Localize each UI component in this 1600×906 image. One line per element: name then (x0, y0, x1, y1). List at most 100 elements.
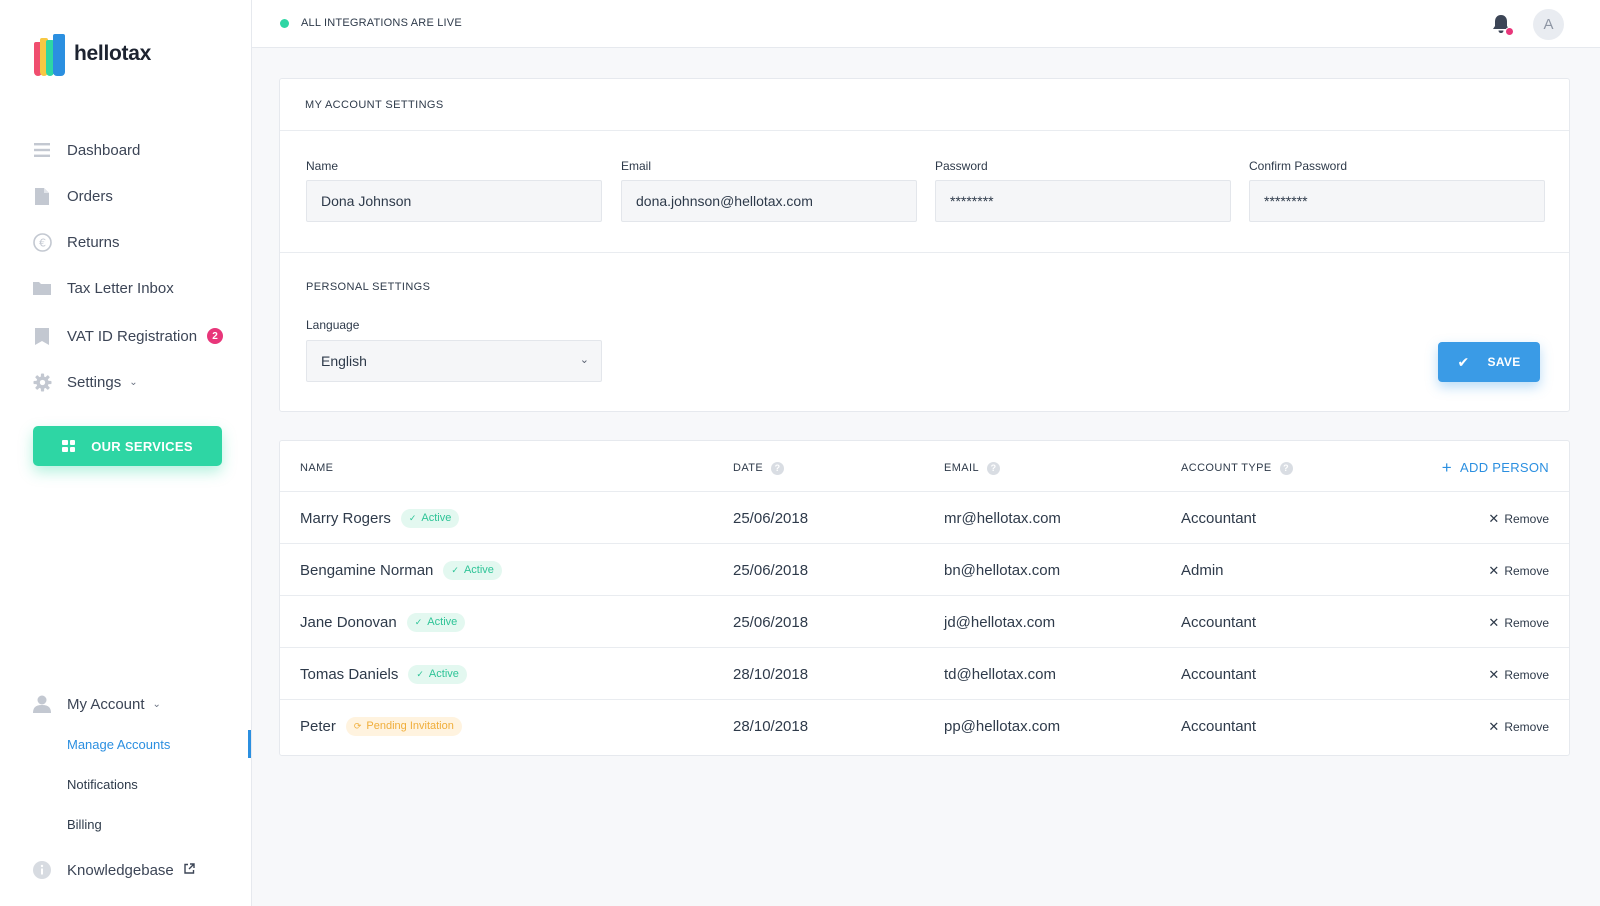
close-icon: ✕ (1488, 667, 1500, 682)
name-field[interactable]: Dona Johnson (306, 180, 602, 222)
sidebar-item-knowledgebase[interactable]: Knowledgebase (32, 856, 195, 884)
remove-button[interactable]: ✕ Remove (1488, 615, 1549, 631)
remove-button[interactable]: ✕ Remove (1488, 563, 1549, 579)
date-cell: 28/10/2018 (733, 665, 809, 683)
remove-button[interactable]: ✕ Remove (1488, 511, 1549, 527)
person-name-cell: Peter ⟳ Pending Invitation (300, 716, 462, 736)
remove-label: Remove (1504, 564, 1549, 578)
column-header-email[interactable]: EMAIL ? (944, 461, 1001, 475)
email-cell: bn@hellotax.com (944, 561, 1061, 579)
column-header-date[interactable]: DATE ? (733, 461, 785, 475)
sidebar-item-label: Returns (67, 233, 120, 251)
table-row: Bengamine Norman ✓ Active 25/06/2018 bn@h… (280, 543, 1569, 595)
confirm-password-field[interactable]: ******** (1249, 180, 1545, 222)
person-name-cell: Tomas Daniels ✓ Active (300, 664, 467, 684)
save-label: SAVE (1487, 355, 1521, 369)
sidebar-item-label: Dashboard (67, 141, 141, 159)
person-name-cell: Jane Donovan ✓ Active (300, 612, 466, 632)
date-cell: 25/06/2018 (733, 561, 809, 579)
chevron-down-icon: ⌄ (579, 354, 589, 366)
add-person-label: ADD PERSON (1460, 460, 1549, 475)
remove-button[interactable]: ✕ Remove (1488, 719, 1549, 735)
name-label: Name (306, 159, 339, 173)
help-icon[interactable]: ? (771, 461, 785, 475)
sidebar-item-my-account[interactable]: My Account ⌄ (32, 690, 161, 718)
help-icon[interactable]: ? (987, 461, 1001, 475)
confirm-password-label: Confirm Password (1249, 159, 1348, 173)
file-icon (32, 326, 52, 346)
sidebar-subitem-billing[interactable]: Billing (67, 817, 102, 832)
language-select[interactable]: English ⌄ (306, 340, 602, 382)
sidebar-item-dashboard[interactable]: Dashboard (32, 136, 140, 164)
add-person-button[interactable]: + ADD PERSON (1442, 459, 1549, 476)
dashboard-icon (32, 140, 52, 160)
integration-status-text: ALL INTEGRATIONS ARE LIVE (301, 17, 462, 29)
column-header-name[interactable]: NAME (300, 461, 333, 475)
our-services-button[interactable]: OUR SERVICES (33, 426, 222, 466)
sidebar-item-orders[interactable]: Orders (32, 182, 113, 210)
svg-text:€: € (39, 236, 46, 249)
status-label: Active (428, 668, 459, 680)
date-cell: 28/10/2018 (733, 717, 809, 735)
check-icon: ✓ (451, 564, 459, 575)
sidebar-subitem-notifications[interactable]: Notifications (67, 777, 138, 792)
remove-button[interactable]: ✕ Remove (1488, 667, 1549, 683)
column-header-label: NAME (300, 462, 334, 474)
password-field[interactable]: ******** (935, 180, 1231, 222)
column-header-account-type[interactable]: ACCOUNT TYPE ? (1181, 461, 1293, 475)
sidebar-item-label: Settings (67, 373, 122, 391)
euro-icon: € (32, 232, 52, 252)
document-icon (32, 186, 52, 206)
email-label: Email (621, 159, 652, 173)
sidebar-item-settings[interactable]: Settings ⌄ (32, 368, 138, 396)
check-icon: ✓ (416, 668, 424, 679)
person-name: Bengamine Norman (300, 561, 434, 579)
status-label: Active (421, 512, 452, 524)
sidebar-item-label: My Account (67, 695, 145, 713)
gear-icon (32, 372, 52, 392)
save-button[interactable]: ✔ SAVE (1438, 342, 1540, 382)
sidebar-item-returns[interactable]: € Returns (32, 228, 120, 256)
sidebar-item-tax-letter-inbox[interactable]: Tax Letter Inbox (32, 274, 174, 302)
chevron-down-icon: ⌄ (152, 698, 161, 710)
sidebar-item-label: Knowledgebase (67, 861, 174, 879)
integration-status: ALL INTEGRATIONS ARE LIVE (280, 17, 462, 29)
language-value: English (321, 353, 367, 369)
sidebar-subitem-manage-accounts[interactable]: Manage Accounts (67, 737, 170, 752)
logo[interactable]: hellotax (34, 32, 151, 76)
bell-icon[interactable] (1492, 14, 1514, 36)
divider (280, 252, 1569, 253)
live-status-dot (280, 18, 289, 28)
avatar[interactable]: A (1533, 9, 1564, 40)
sidebar-item-vat-id-registration[interactable]: VAT ID Registration 2 (32, 322, 224, 350)
language-label: Language (306, 318, 360, 332)
status-badge: ✓ Active (408, 664, 467, 684)
status-label: Pending Invitation (366, 720, 454, 732)
remove-label: Remove (1504, 616, 1549, 630)
password-label: Password (935, 159, 988, 173)
close-icon: ✕ (1488, 563, 1500, 578)
brand-name: hellotax (74, 42, 151, 65)
notification-dot (1505, 27, 1514, 36)
account-type-cell: Admin (1181, 561, 1224, 579)
notification-count-badge: 2 (207, 328, 224, 344)
column-header-label: ACCOUNT TYPE (1181, 462, 1272, 474)
help-icon[interactable]: ? (1279, 461, 1293, 475)
info-icon (32, 860, 52, 880)
user-icon (32, 694, 52, 714)
account-settings-title: MY ACCOUNT SETTINGS (305, 99, 444, 111)
table-row: Tomas Daniels ✓ Active 28/10/2018 td@hell… (280, 647, 1569, 699)
active-indicator (248, 730, 251, 758)
plus-icon: + (1441, 458, 1453, 477)
external-link-icon (184, 861, 195, 879)
personal-settings-title: PERSONAL SETTINGS (306, 281, 431, 293)
email-field[interactable]: dona.johnson@hellotax.com (621, 180, 917, 222)
check-icon: ✓ (414, 616, 423, 627)
sidebar-item-label: Tax Letter Inbox (67, 279, 174, 297)
email-cell: td@hellotax.com (944, 665, 1056, 683)
column-header-label: EMAIL (944, 462, 980, 474)
person-name: Marry Rogers (300, 509, 391, 527)
status-label: Active (463, 564, 494, 576)
person-name-cell: Bengamine Norman ✓ Active (300, 560, 502, 580)
top-bar: ALL INTEGRATIONS ARE LIVE A (252, 0, 1600, 48)
